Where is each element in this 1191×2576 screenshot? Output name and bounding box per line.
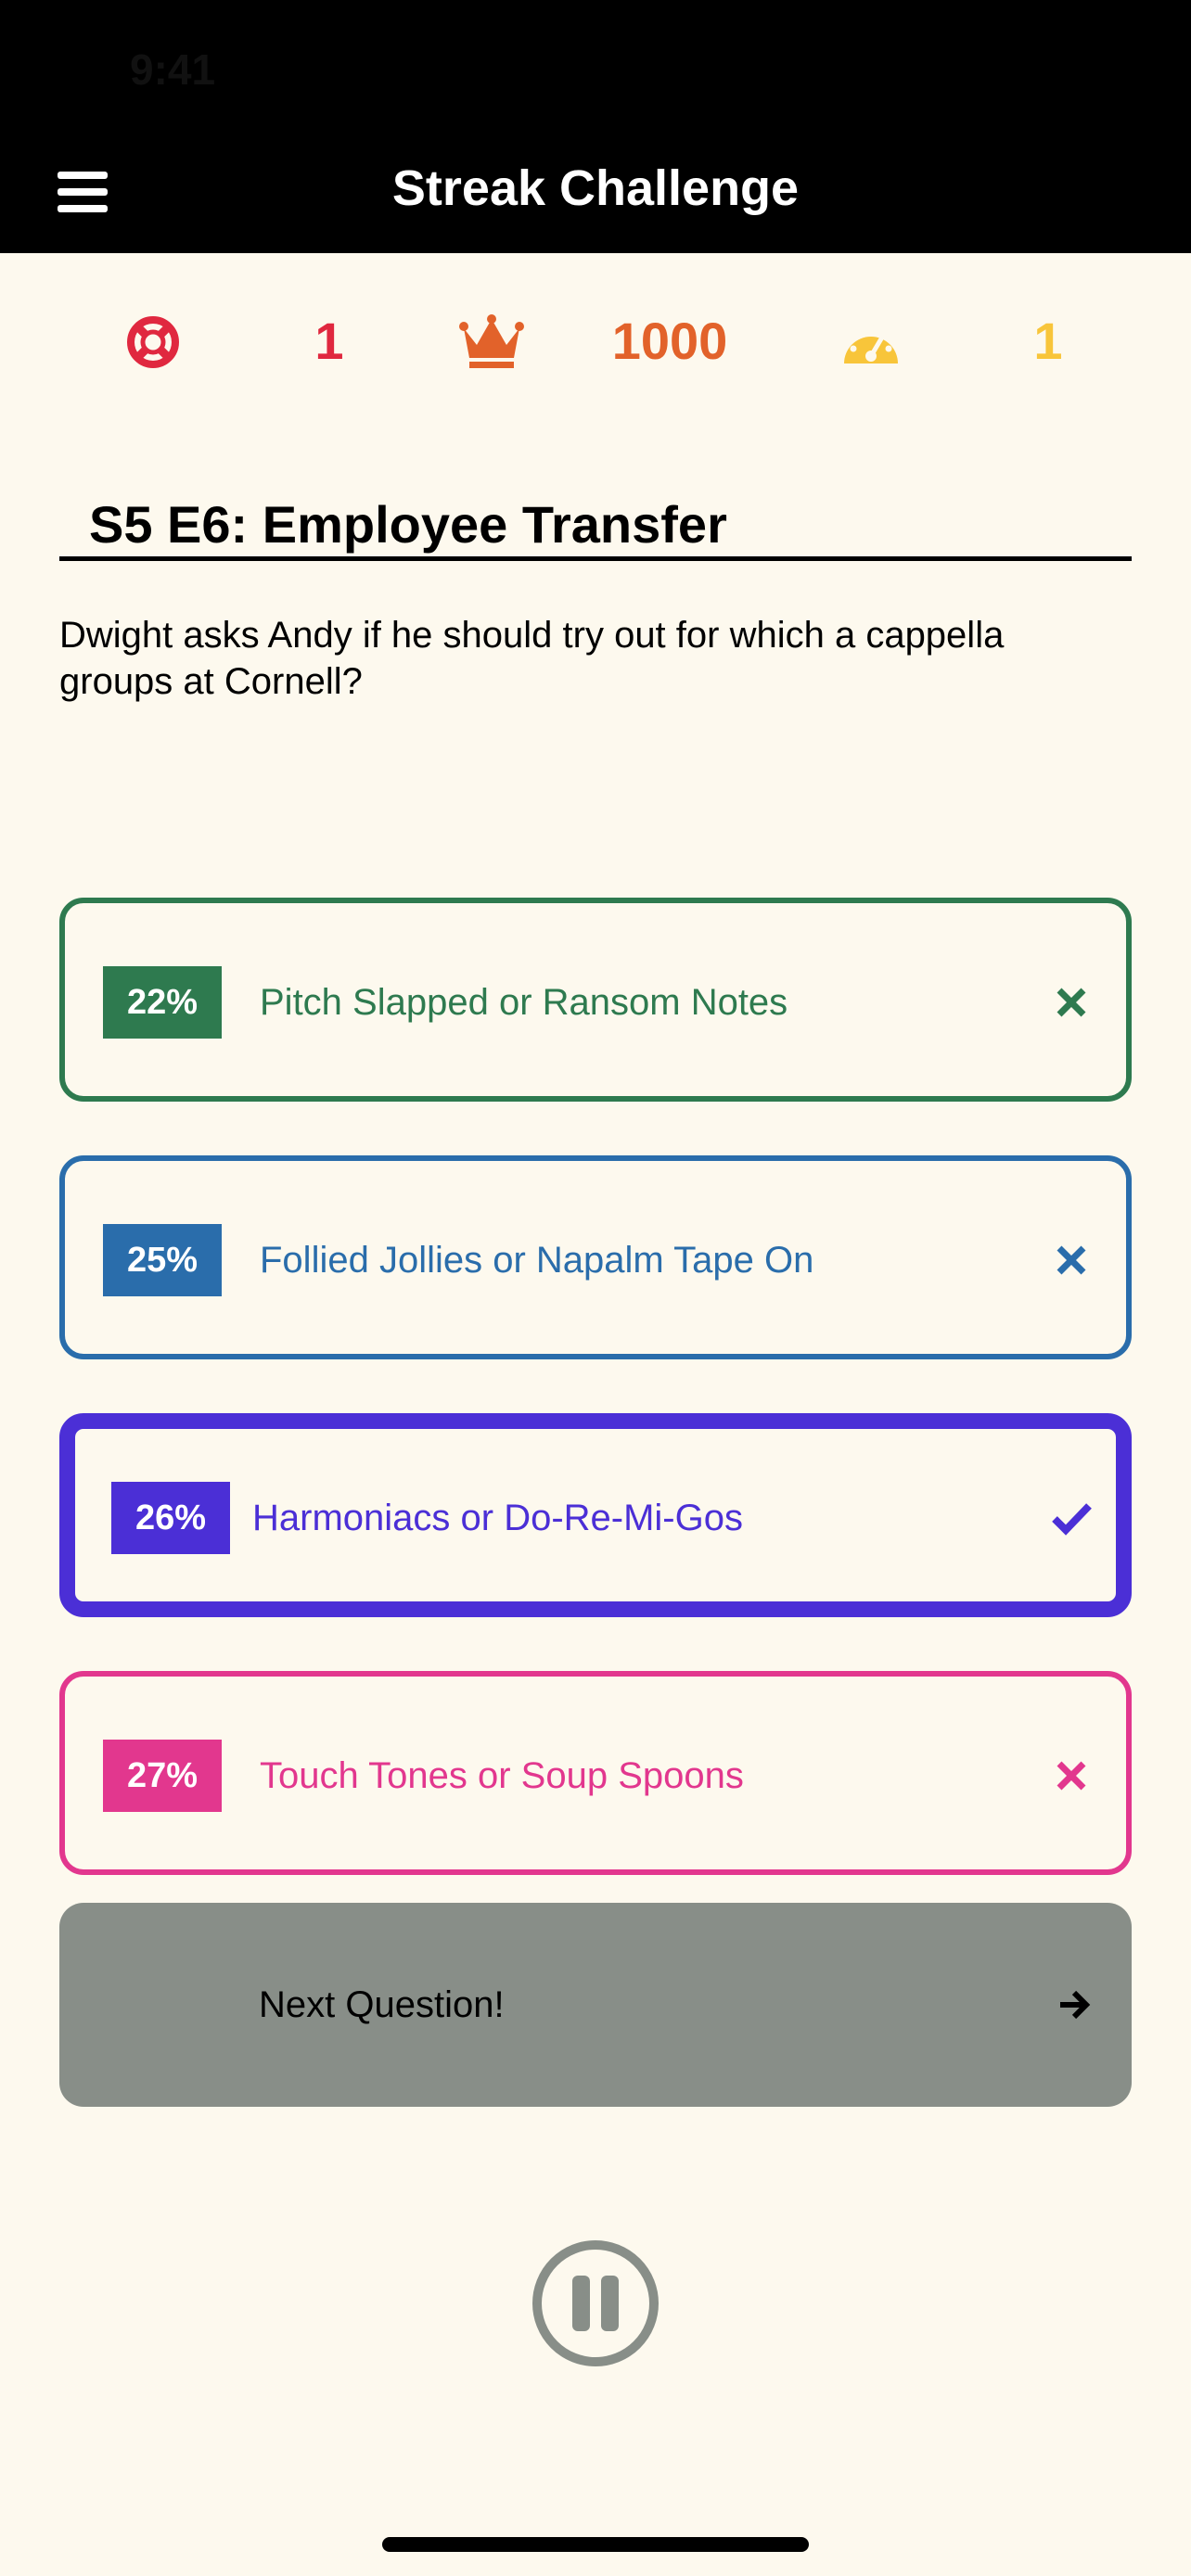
answer-option[interactable]: 22% Pitch Slapped or Ransom Notes — [59, 898, 1132, 1102]
arrow-right-icon — [1056, 1986, 1093, 2023]
home-indicator — [382, 2537, 809, 2552]
cross-icon — [1050, 1754, 1093, 1797]
answer-label: Pitch Slapped or Ransom Notes — [260, 982, 788, 1023]
checkmark-icon — [1050, 1497, 1093, 1539]
answer-percent: 25% — [103, 1224, 222, 1296]
answer-label: Touch Tones or Soup Spoons — [260, 1755, 744, 1796]
app-title: Streak Challenge — [391, 160, 800, 216]
answer-option-correct[interactable]: 26% Harmoniacs or Do-Re-Mi-Gos — [59, 1413, 1132, 1617]
lifebuoy-icon — [126, 315, 180, 369]
pause-icon[interactable] — [531, 2238, 660, 2368]
next-question-button[interactable]: Next Question! — [59, 1903, 1132, 2107]
answer-option[interactable]: 25% Follied Jollies or Napalm Tape On — [59, 1155, 1132, 1359]
cross-icon — [1050, 1239, 1093, 1282]
crown-icon — [458, 313, 525, 369]
episode-title: S5 E6: Employee Transfer — [89, 495, 727, 554]
speed-level: 1 — [1033, 312, 1063, 370]
answer-label: Follied Jollies or Napalm Tape On — [260, 1240, 814, 1281]
answer-percent: 27% — [103, 1740, 222, 1812]
status-bar-time: 9:41 — [130, 45, 216, 94]
answer-label: Harmoniacs or Do-Re-Mi-Gos — [252, 1498, 743, 1538]
answer-percent: 22% — [103, 966, 222, 1039]
speedometer-icon — [840, 317, 902, 367]
title-divider — [59, 556, 1132, 561]
answer-option[interactable]: 27% Touch Tones or Soup Spoons — [59, 1671, 1132, 1875]
cross-icon — [1050, 981, 1093, 1024]
next-question-label: Next Question! — [259, 1984, 505, 2025]
lives-count: 1 — [314, 312, 344, 370]
high-score: 1000 — [611, 312, 728, 370]
app-header: 9:41 Streak Challenge — [0, 0, 1191, 253]
question-text: Dwight asks Andy if he should try out fo… — [59, 615, 1005, 702]
answer-percent: 26% — [111, 1482, 230, 1554]
